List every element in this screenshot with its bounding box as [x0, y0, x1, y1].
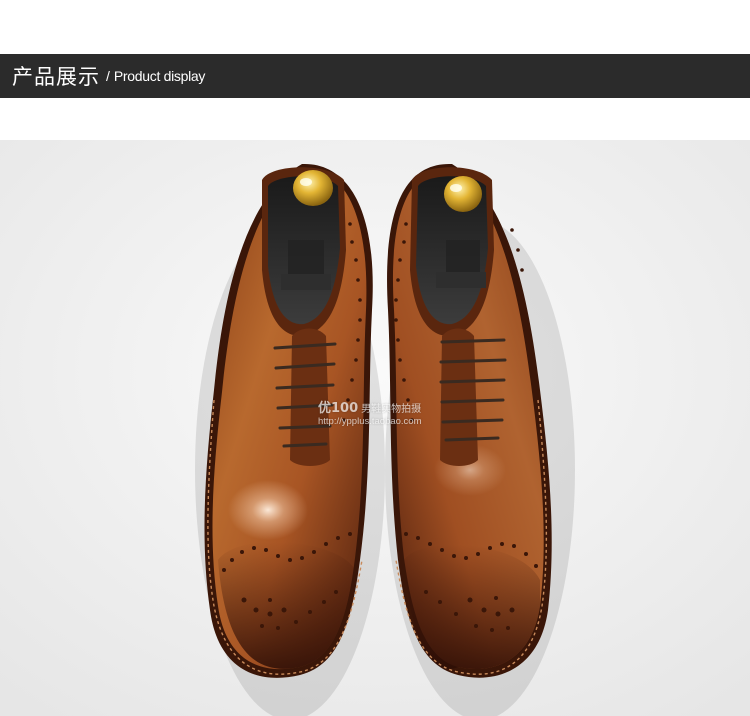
watermark-tagline: 男鞋实物拍摄 [361, 404, 422, 415]
product-display-page: 产品展示 / Product display 优100 男鞋实物拍摄 http:… [0, 0, 750, 716]
section-title-english: Product display [113, 68, 206, 84]
shoes-illustration [0, 140, 750, 716]
section-header-bar: 产品展示 / Product display [0, 54, 750, 98]
product-photo: 优100 男鞋实物拍摄 http://ypplus.taobao.com [0, 140, 750, 716]
section-title-chinese: 产品展示 [12, 65, 100, 89]
watermark-url: http://ypplus.taobao.com [318, 416, 422, 427]
section-title-separator: / [106, 68, 110, 84]
watermark-brand: 优100 [318, 401, 359, 416]
photo-watermark: 优100 男鞋实物拍摄 http://ypplus.taobao.com [318, 402, 422, 427]
